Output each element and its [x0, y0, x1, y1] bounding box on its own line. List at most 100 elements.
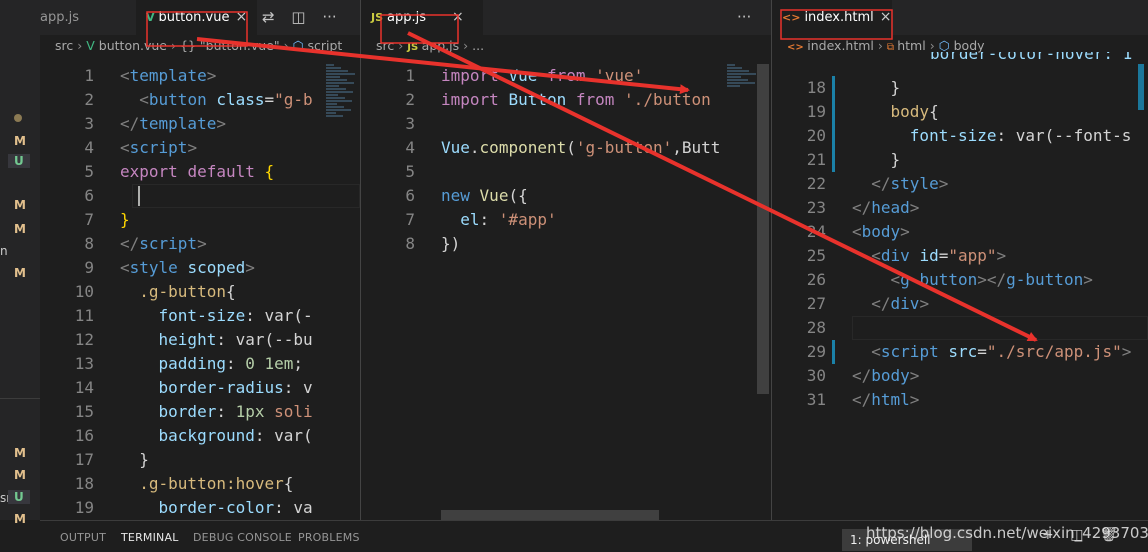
code-text: <g-button></g-button>: [852, 268, 1093, 292]
code-line[interactable]: 11 font-size: var(-: [40, 304, 360, 328]
code-line[interactable]: 20 font-size: var(--font-s: [772, 124, 1148, 148]
scrolled-partial-line: border-color-hover: 1: [930, 52, 1133, 63]
code-line[interactable]: 19 body{: [772, 100, 1148, 124]
code-line[interactable]: 28: [772, 316, 1148, 340]
code-editor[interactable]: 1 import Vue from 'vue' 2 import Button fro…: [361, 64, 771, 256]
code-token: var(-: [264, 306, 313, 325]
chevron-right-icon: ›: [171, 38, 176, 53]
code-line[interactable]: 5: [361, 160, 771, 184]
vertical-scrollbar[interactable]: [757, 64, 769, 394]
code-line[interactable]: 10 .g-button{: [40, 280, 360, 304]
code-text: </body>: [852, 364, 919, 388]
code-line[interactable]: 12 height: var(--bu: [40, 328, 360, 352]
tab-app-js[interactable]: JS app.js ×: [361, 0, 483, 35]
code-line[interactable]: 3: [361, 112, 771, 136]
code-line[interactable]: 3 </template>: [40, 112, 360, 136]
code-token: : var(: [254, 426, 313, 445]
code-token: border-radius: [158, 378, 284, 397]
line-number: 2: [405, 90, 415, 109]
close-icon[interactable]: ×: [235, 9, 247, 25]
tab-app-js[interactable]: app.js: [40, 0, 89, 35]
code-token: <: [890, 270, 901, 289]
panel-tab-debug-console[interactable]: DEBUG CONSOLE: [193, 521, 292, 552]
code-line[interactable]: 13 padding: 0 1em;: [40, 352, 360, 376]
breadcrumb-item[interactable]: script: [307, 38, 342, 53]
breadcrumb-item[interactable]: src: [376, 38, 394, 53]
code-token: }: [120, 450, 149, 469]
code-line[interactable]: 1 <template>: [40, 64, 360, 88]
code-line[interactable]: 4 Vue.component('g-button',Butt: [361, 136, 771, 160]
code-editor[interactable]: 18 } 19 body{20 font-size: var(--font-s 21…: [772, 76, 1148, 412]
code-line[interactable]: 26 <g-button></g-button>: [772, 268, 1148, 292]
code-line[interactable]: 24 <body>: [772, 220, 1148, 244]
breadcrumb-item[interactable]: index.html: [807, 38, 874, 53]
code-line[interactable]: 21 }: [772, 148, 1148, 172]
code-line[interactable]: 5 export default {: [40, 160, 360, 184]
line-number: 14: [74, 378, 94, 397]
code-line[interactable]: 1 import Vue from 'vue': [361, 64, 771, 88]
breadcrumb-item[interactable]: html: [897, 38, 925, 53]
close-icon[interactable]: ×: [880, 9, 892, 25]
code-line[interactable]: 2 import Button from './button: [361, 88, 771, 112]
horizontal-scrollbar[interactable]: [441, 510, 659, 520]
panel-tab-output[interactable]: OUTPUT: [60, 521, 106, 552]
more-actions-icon[interactable]: ···: [322, 8, 336, 26]
code-text: }): [441, 232, 460, 256]
code-line[interactable]: 6 new Vue({: [361, 184, 771, 208]
editor-group-button-vue: app.js Vbutton.vue × ⇄ ◫ ··· src › V button…: [40, 0, 360, 520]
tab-index-html[interactable]: <> index.html ×: [772, 0, 892, 35]
code-line[interactable]: 4 <script>: [40, 136, 360, 160]
line-number: 5: [405, 162, 415, 181]
code-text: new Vue({: [441, 184, 528, 208]
code-line[interactable]: 18 .g-button:hover{: [40, 472, 360, 496]
code-token: import: [441, 66, 499, 85]
code-line[interactable]: 23 </head>: [772, 196, 1148, 220]
code-line[interactable]: 2 <button class="g-b: [40, 88, 360, 112]
breadcrumb-item[interactable]: ...: [472, 38, 484, 53]
close-icon[interactable]: ×: [452, 9, 464, 25]
code-line[interactable]: 18 }: [772, 76, 1148, 100]
code-token: "g-b: [274, 90, 313, 109]
code-token: <: [852, 222, 862, 241]
code-line[interactable]: 25 <div id="app">: [772, 244, 1148, 268]
breadcrumb-item[interactable]: button.vue: [99, 38, 167, 53]
code-line[interactable]: 17 }: [40, 448, 360, 472]
code-line[interactable]: 27 </div>: [772, 292, 1148, 316]
minimap[interactable]: [326, 64, 360, 124]
breadcrumb-item[interactable]: body: [954, 38, 985, 53]
code-token: ></: [977, 270, 1007, 289]
line-number: 13: [74, 354, 94, 373]
code-editor[interactable]: 1 <template> 2 <button class="g-b 3 </templa…: [40, 64, 360, 520]
panel-tab-terminal[interactable]: TERMINAL: [121, 521, 179, 552]
breadcrumb-item[interactable]: src: [55, 38, 73, 53]
panel-tab-problems[interactable]: PROBLEMS: [298, 521, 360, 552]
code-token: font-size: [909, 126, 997, 145]
code-line[interactable]: 31 </html>: [772, 388, 1148, 412]
tab-button-vue[interactable]: Vbutton.vue ×: [136, 0, 258, 35]
code-line[interactable]: 14 border-radius: v: [40, 376, 360, 400]
code-token: border: [158, 402, 217, 421]
code-line[interactable]: 8}): [361, 232, 771, 256]
code-text: .g-button{: [120, 280, 235, 304]
code-line[interactable]: 16 background: var(: [40, 424, 360, 448]
code-line[interactable]: 19 border-color: va: [40, 496, 360, 520]
code-line[interactable]: 7}: [40, 208, 360, 232]
code-line[interactable]: 6: [40, 184, 360, 208]
breadcrumb-item[interactable]: {} "button.vue": [180, 38, 280, 53]
modified-dot-icon: [14, 114, 22, 122]
open-changes-icon[interactable]: ⇄: [262, 8, 275, 26]
code-line[interactable]: 9 <style scoped>: [40, 256, 360, 280]
split-editor-icon[interactable]: ◫: [291, 8, 305, 26]
code-line[interactable]: 29 <script src="./src/app.js">: [772, 340, 1148, 364]
code-line[interactable]: 30 </body>: [772, 364, 1148, 388]
code-line[interactable]: 8 </script>: [40, 232, 360, 256]
more-actions-icon[interactable]: ···: [737, 8, 751, 26]
code-line[interactable]: 7 el: '#app': [361, 208, 771, 232]
code-text: font-size: var(--font-s: [852, 124, 1132, 148]
code-text: import Button from './button: [441, 88, 711, 112]
breadcrumb-item[interactable]: app.js: [422, 38, 460, 53]
code-line[interactable]: 15 border: 1px soli: [40, 400, 360, 424]
code-line[interactable]: 22 </style>: [772, 172, 1148, 196]
